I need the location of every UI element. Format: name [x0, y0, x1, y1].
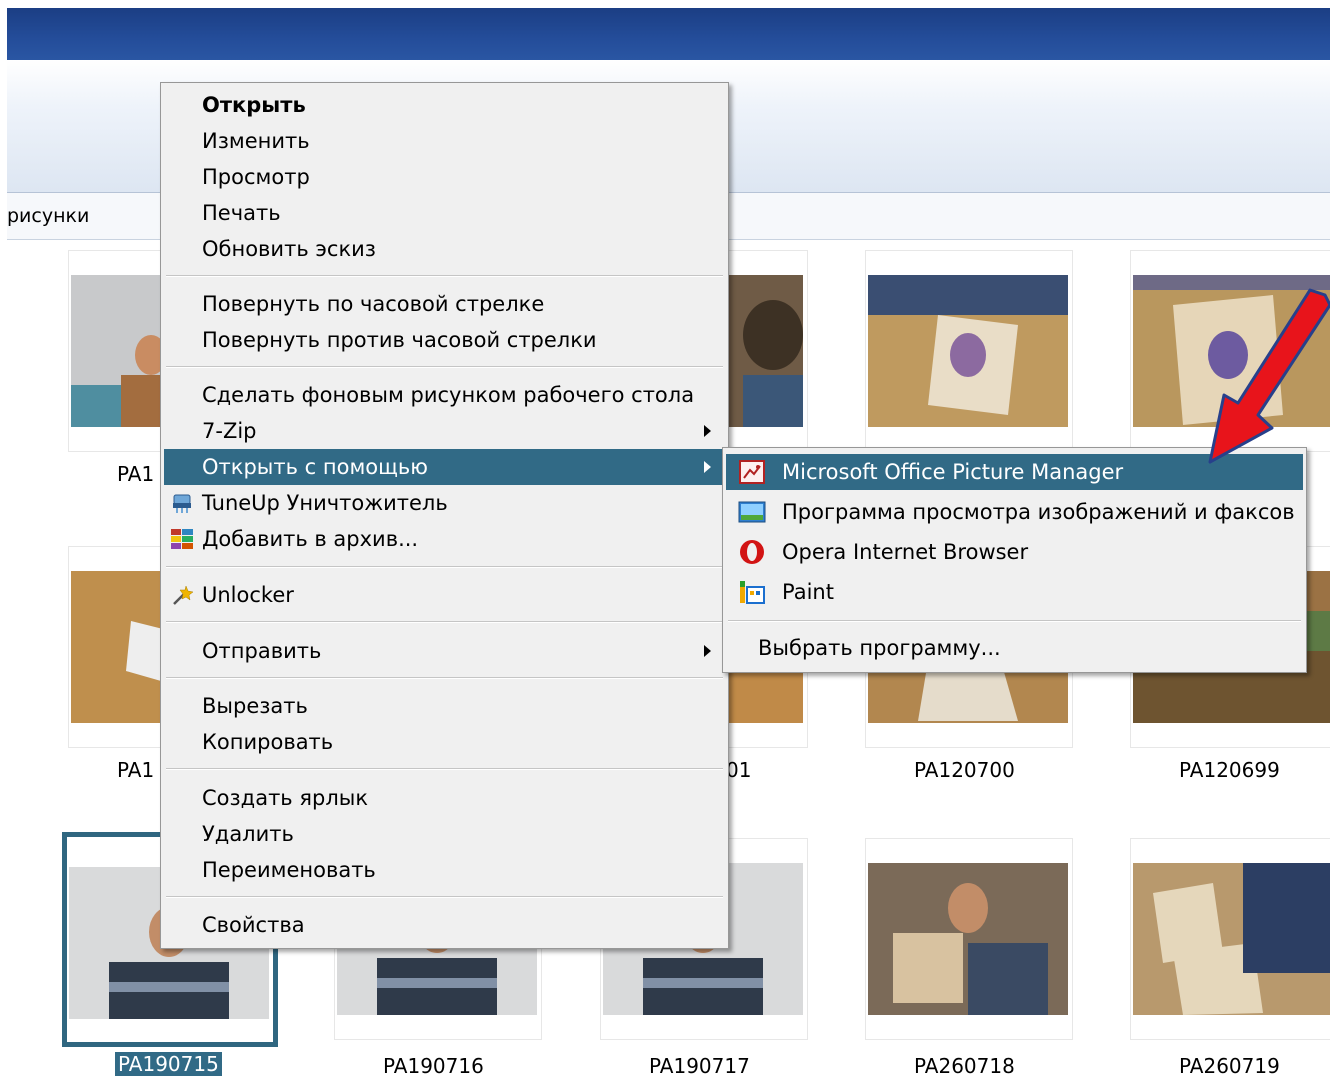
menu-item-tuneup-shredder[interactable]: TuneUp Уничтожитель [164, 485, 725, 521]
menu-item-create-shortcut[interactable]: Создать ярлык [164, 780, 725, 816]
menu-item-rename[interactable]: Переименовать [164, 852, 725, 888]
thumbnail-caption-selected[interactable]: PA190715 [115, 1052, 222, 1076]
thumbnail-caption: PA260719 [1179, 1054, 1280, 1078]
menu-item-open-with[interactable]: Открыть с помощью [164, 449, 725, 485]
winrar-archive-icon [171, 529, 193, 549]
thumbnail-caption: PA1 [117, 758, 155, 782]
photo-image [868, 863, 1068, 1015]
thumbnail-caption: PA260718 [914, 1054, 1015, 1078]
thumbnail-caption: PA120699 [1179, 758, 1280, 782]
thumbnail[interactable] [865, 838, 1073, 1040]
paint-icon [740, 581, 765, 604]
thumbnail[interactable] [865, 250, 1073, 452]
menu-separator [166, 621, 723, 623]
menu-separator [166, 677, 723, 679]
menu-item-cut[interactable]: Вырезать [164, 688, 725, 724]
shredder-icon [173, 494, 191, 513]
window-title-bar [7, 8, 1330, 60]
menu-separator [166, 896, 723, 898]
image-viewer-icon [738, 501, 766, 523]
menu-item-send-to[interactable]: Отправить [164, 633, 725, 669]
picture-manager-icon [739, 460, 765, 484]
menu-item-7zip[interactable]: 7-Zip [164, 413, 725, 449]
menu-item-preview[interactable]: Просмотр [164, 159, 725, 195]
unlocker-wand-icon [173, 585, 194, 605]
submenu-arrow-icon [704, 645, 711, 657]
context-menu: Открыть Изменить Просмотр Печать Обновит… [160, 82, 729, 949]
menu-separator [166, 366, 723, 368]
thumbnail-caption: 01 [726, 758, 752, 782]
menu-item-add-archive[interactable]: Добавить в архив... [164, 521, 725, 557]
submenu-item-opera[interactable]: Opera Internet Browser [726, 534, 1303, 570]
menu-separator [166, 275, 723, 277]
submenu-item-paint[interactable]: Paint [726, 574, 1303, 610]
thumbnail-caption: PA190716 [383, 1054, 484, 1078]
menu-item-rotate-cw[interactable]: Повернуть по часовой стрелке [164, 286, 725, 322]
menu-separator [166, 768, 723, 770]
annotation-arrow-icon [1208, 288, 1330, 464]
menu-item-copy[interactable]: Копировать [164, 724, 725, 760]
menu-item-open[interactable]: Открыть [164, 87, 725, 123]
thumbnail-caption: PA1 [117, 462, 155, 486]
menu-item-rotate-ccw[interactable]: Повернуть против часовой стрелки [164, 322, 725, 358]
open-with-submenu: Microsoft Office Picture Manager Програм… [722, 447, 1307, 673]
menu-item-set-wallpaper[interactable]: Сделать фоновым рисунком рабочего стола [164, 377, 725, 413]
menu-item-edit[interactable]: Изменить [164, 123, 725, 159]
submenu-item-choose-program[interactable]: Выбрать программу... [726, 630, 1303, 666]
photo-image [868, 275, 1068, 427]
photo-image [1133, 863, 1330, 1015]
opera-icon [740, 540, 764, 564]
submenu-item-image-viewer[interactable]: Программа просмотра изображений и факсов [726, 494, 1303, 530]
menu-item-refresh-thumbnail[interactable]: Обновить эскиз [164, 231, 725, 267]
thumbnail-caption: PA120700 [914, 758, 1015, 782]
menu-separator [166, 566, 723, 568]
submenu-arrow-icon [704, 461, 711, 473]
menu-item-print[interactable]: Печать [164, 195, 725, 231]
menu-item-delete[interactable]: Удалить [164, 816, 725, 852]
address-text: рисунки [7, 205, 90, 227]
menu-separator [728, 620, 1301, 622]
menu-item-unlocker[interactable]: Unlocker [164, 577, 725, 613]
thumbnail[interactable] [1130, 838, 1330, 1040]
submenu-arrow-icon [704, 425, 711, 437]
thumbnail-caption: PA190717 [649, 1054, 750, 1078]
menu-item-properties[interactable]: Свойства [164, 907, 725, 943]
